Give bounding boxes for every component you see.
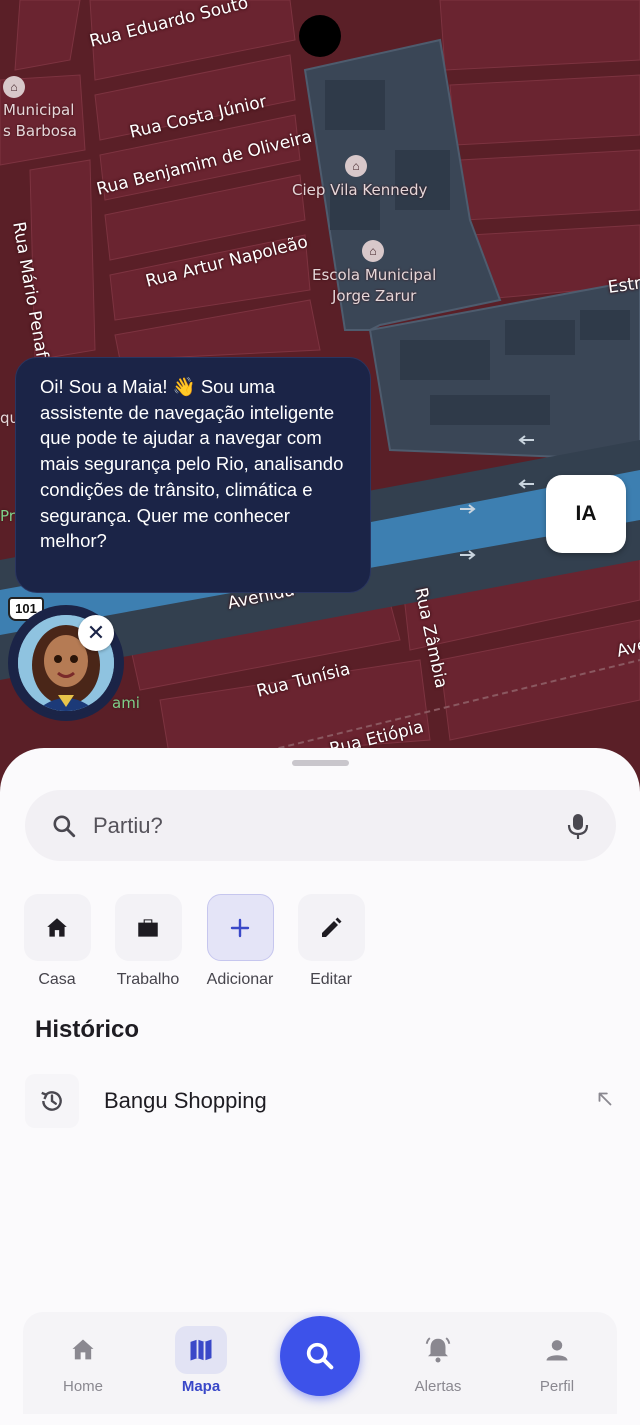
shortcut-adicionar[interactable]: Adicionar: [190, 894, 290, 989]
map-icon: [190, 1339, 212, 1361]
search-icon: [53, 814, 76, 837]
history-item-label: Bangu Shopping: [104, 1088, 267, 1113]
sheet-drag-handle[interactable]: [292, 760, 349, 766]
poi-label: Escola Municipal Jorge Zarur: [312, 266, 437, 305]
bottom-navigation: Home Mapa Alertas Perfil: [23, 1312, 617, 1414]
map-view[interactable]: Rua Eduardo Souto Rua Costa Júnior Rua B…: [0, 0, 640, 800]
close-avatar-button[interactable]: ✕: [78, 615, 114, 651]
history-item[interactable]: Bangu Shopping: [0, 1068, 640, 1134]
front-camera: [299, 15, 341, 57]
pencil-icon: [322, 917, 342, 937]
poi-pin-icon[interactable]: ⌂: [3, 76, 25, 98]
home-icon: [72, 1339, 94, 1360]
nav-label: Mapa: [181, 1378, 221, 1395]
poi-label: Ciep Vila Kennedy: [292, 181, 428, 199]
person-icon: [546, 1340, 568, 1361]
plus-icon: [230, 918, 250, 937]
nav-label: Perfil: [539, 1378, 575, 1395]
shortcut-label: Editar: [310, 971, 352, 988]
nav-label: Alertas: [414, 1378, 462, 1395]
close-icon: ✕: [86, 620, 106, 645]
search-fab-button[interactable]: [280, 1316, 360, 1396]
ia-button[interactable]: IA: [546, 475, 626, 553]
assistant-message-text: Oi! Sou a Maia! 👋 Sou uma assistente de …: [40, 376, 344, 552]
nav-item-perfil[interactable]: Perfil: [507, 1312, 607, 1395]
history-title: Histórico: [35, 1016, 140, 1043]
nav-item-mapa[interactable]: Mapa: [151, 1312, 251, 1395]
bell-icon: [425, 1337, 451, 1363]
shortcut-label: Trabalho: [116, 971, 180, 988]
search-icon: [306, 1342, 334, 1370]
microphone-icon[interactable]: [566, 812, 590, 840]
nav-label: Home: [62, 1378, 103, 1395]
search-input[interactable]: Partiu?: [93, 813, 566, 839]
street-label: Estr: [606, 273, 640, 298]
map-fragment-label: ami: [112, 694, 140, 712]
search-bar[interactable]: Partiu?: [25, 790, 616, 861]
poi-pin-icon[interactable]: ⌂: [345, 155, 367, 177]
briefcase-icon: [138, 918, 158, 937]
shortcut-trabalho[interactable]: Trabalho: [98, 894, 198, 989]
shortcut-editar[interactable]: Editar: [281, 894, 381, 989]
home-icon: [47, 917, 67, 937]
assistant-message-bubble[interactable]: Oi! Sou a Maia! 👋 Sou uma assistente de …: [15, 357, 371, 593]
history-icon: [41, 1091, 62, 1111]
shortcut-casa[interactable]: Casa: [7, 894, 107, 989]
poi-label: Municipal s Barbosa: [3, 101, 77, 140]
nav-item-home[interactable]: Home: [33, 1312, 133, 1395]
poi-pin-icon[interactable]: ⌂: [362, 240, 384, 262]
arrow-up-left-icon[interactable]: [594, 1088, 616, 1110]
shortcut-label: Casa: [38, 971, 76, 988]
nav-item-alertas[interactable]: Alertas: [388, 1312, 488, 1395]
shortcut-label: Adicionar: [206, 971, 274, 988]
